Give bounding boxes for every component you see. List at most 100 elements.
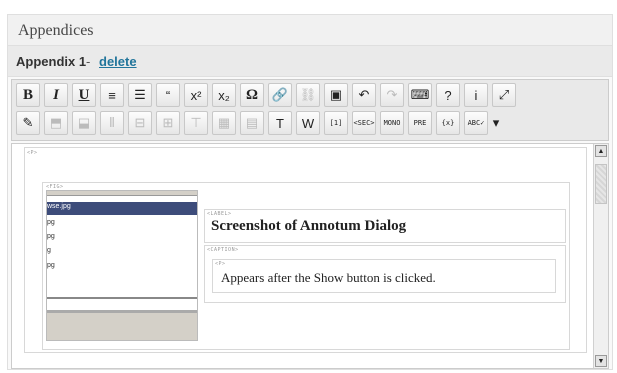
undo-button[interactable]: ↶ <box>352 83 376 107</box>
insert-row-below-button[interactable]: ⬓ <box>72 111 96 135</box>
unlink-icon: ⛓ <box>299 87 317 102</box>
merge-cells-button[interactable]: ⊤ <box>184 111 208 135</box>
superscript-icon: x² <box>190 87 202 103</box>
fullscreen-icon: ⤢ <box>498 87 510 102</box>
table-button[interactable]: ▦ <box>212 111 236 135</box>
table-props-button[interactable]: ▤ <box>240 111 264 135</box>
editor-area[interactable]: <P> <FIG> wse.jpg pg pg g pg <LABEL> Scr… <box>11 143 609 369</box>
paste-text-button[interactable]: T <box>268 111 292 135</box>
underline-icon: U <box>78 86 90 103</box>
variable-icon: {x} <box>441 119 455 127</box>
paste-word-button[interactable]: W <box>296 111 320 135</box>
delete-link[interactable]: delete <box>99 54 137 69</box>
merge-cells-icon: ⊤ <box>190 115 202 130</box>
insert-image-button[interactable]: ▣ <box>324 83 348 107</box>
unlink-button[interactable]: ⛓ <box>296 83 320 107</box>
image-list-item: g <box>47 247 51 254</box>
delete-row-button[interactable]: ⊟ <box>128 111 152 135</box>
bold-button[interactable]: B <box>16 83 40 107</box>
insert-column-icon: ⫴ <box>109 115 115 130</box>
edit-source-icon: ✎ <box>22 115 34 130</box>
image-top-bar <box>47 191 197 196</box>
scroll-thumb[interactable] <box>595 164 607 204</box>
keyboard-button[interactable]: ⌨ <box>408 83 432 107</box>
superscript-button[interactable]: x² <box>184 83 208 107</box>
scroll-up-icon[interactable]: ▲ <box>595 145 607 157</box>
panel-header[interactable]: Appendices <box>8 15 612 46</box>
image-selected-row: wse.jpg <box>47 202 197 215</box>
spellcheck-dropdown-icon: ▾ <box>492 115 500 130</box>
paste-text-icon: T <box>276 115 284 131</box>
label-tag-label: <LABEL> <box>207 211 232 217</box>
undo-icon: ↶ <box>358 87 370 102</box>
keyboard-icon: ⌨ <box>410 87 430 102</box>
info-icon: i <box>474 87 478 103</box>
appendix-label: Appendix 1 <box>16 54 87 69</box>
caption-block[interactable]: <CAPTION> <P> Appears after the Show but… <box>204 245 566 303</box>
panel-title: Appendices <box>18 22 94 39</box>
special-character-button[interactable]: Ω <box>240 83 264 107</box>
subscript-button[interactable]: x₂ <box>212 83 236 107</box>
image-divider <box>47 297 197 299</box>
underline-button[interactable]: U <box>72 83 96 107</box>
bold-icon: B <box>22 86 33 103</box>
insert-row-below-icon: ⬓ <box>77 115 91 130</box>
table-props-icon: ▤ <box>245 115 259 130</box>
image-selected-text: wse.jpg <box>47 203 71 210</box>
image-list-item: pg <box>47 262 55 269</box>
spellcheck-icon: ABC✓ <box>467 119 485 127</box>
link-button[interactable]: 🔗 <box>268 83 292 107</box>
citation-button[interactable]: [1] <box>324 111 348 135</box>
ordered-list-icon: ≡ <box>108 87 116 103</box>
citation-icon: [1] <box>329 119 343 127</box>
blockquote-icon: “ <box>165 87 171 103</box>
italic-icon: I <box>53 86 59 103</box>
preformatted-button[interactable]: PRE <box>408 111 432 135</box>
section-button[interactable]: <SEC> <box>352 111 376 135</box>
caption-tag-label: <CAPTION> <box>207 247 239 253</box>
mono-icon: MONO <box>383 119 401 127</box>
insert-image-icon: ▣ <box>329 87 343 102</box>
insert-row-above-icon: ⬒ <box>49 115 63 130</box>
caption-p-tag-label: <P> <box>215 261 226 267</box>
p-tag-label: <P> <box>27 150 38 156</box>
insert-column-button[interactable]: ⫴ <box>100 111 124 135</box>
appendix-title-bar: Appendix 1 - delete <box>8 46 612 77</box>
appendices-panel: Appendices Appendix 1 - delete B I U ≡ ☰ “ x² x… <box>7 14 613 370</box>
unordered-list-button[interactable]: ☰ <box>128 83 152 107</box>
info-button[interactable]: i <box>464 83 488 107</box>
image-list-item: pg <box>47 219 55 226</box>
link-icon: 🔗 <box>271 87 289 102</box>
redo-button[interactable]: ↷ <box>380 83 404 107</box>
preformatted-icon: PRE <box>413 119 427 127</box>
help-button[interactable]: ? <box>436 83 460 107</box>
delete-column-icon: ⊞ <box>162 115 174 130</box>
spellcheck-button[interactable]: ABC✓ <box>464 111 488 135</box>
redo-icon: ↷ <box>386 87 398 102</box>
special-character-icon: Ω <box>245 86 258 103</box>
caption-text: Appears after the Show button is clicked… <box>221 270 436 285</box>
delete-row-icon: ⊟ <box>134 115 146 130</box>
caption-paragraph[interactable]: <P> Appears after the Show button is cli… <box>212 259 556 293</box>
variable-button[interactable]: {x} <box>436 111 460 135</box>
scroll-down-icon[interactable]: ▼ <box>595 355 607 367</box>
editor-toolbar: B I U ≡ ☰ “ x² x₂ Ω 🔗 ⛓ ▣ ↶ ↷ ⌨? i ⤢ ✎ ⬒ ⬓ ⫴ ⊟ ⊞ ⊤ ▦ ▤ T W [1] <SEC>… <box>11 79 609 141</box>
ordered-list-button[interactable]: ≡ <box>100 83 124 107</box>
mono-button[interactable]: MONO <box>380 111 404 135</box>
vertical-scrollbar[interactable]: ▲ ▼ <box>593 144 608 368</box>
blockquote-button[interactable]: “ <box>156 83 180 107</box>
table-icon: ▦ <box>217 115 231 130</box>
insert-row-above-button[interactable]: ⬒ <box>44 111 68 135</box>
spellcheck-dropdown-button[interactable]: ▾ <box>490 111 502 135</box>
unordered-list-icon: ☰ <box>134 87 146 102</box>
delete-column-button[interactable]: ⊞ <box>156 111 180 135</box>
figure-label-text: Screenshot of Annotum Dialog <box>211 218 407 234</box>
label-block[interactable]: <LABEL> Screenshot of Annotum Dialog <box>204 209 566 243</box>
edit-source-button[interactable]: ✎ <box>16 111 40 135</box>
help-icon: ? <box>444 87 452 103</box>
figure-image[interactable]: wse.jpg pg pg g pg <box>46 190 198 341</box>
appendix-separator: - <box>86 54 91 69</box>
fullscreen-button[interactable]: ⤢ <box>492 83 516 107</box>
section-icon: <SEC> <box>353 119 375 127</box>
italic-button[interactable]: I <box>44 83 68 107</box>
